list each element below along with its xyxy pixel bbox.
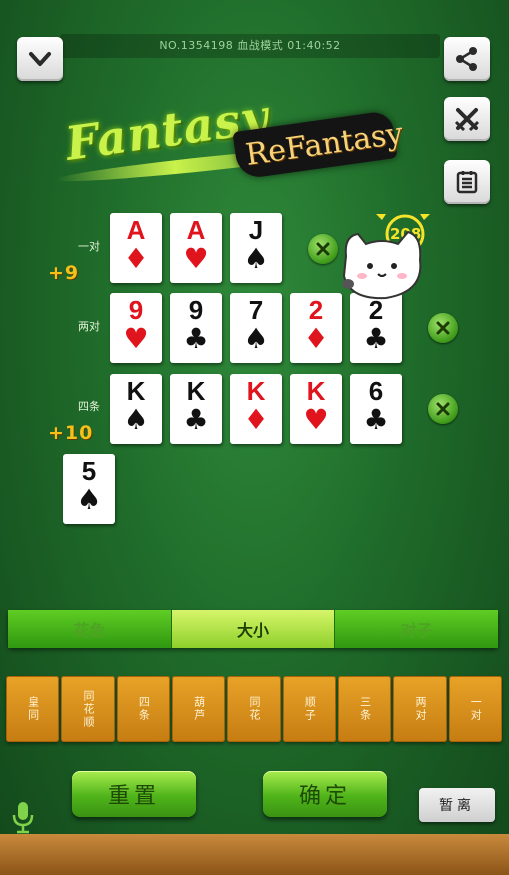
reset-button[interactable]: 重置: [72, 771, 196, 817]
clear-row-back-button[interactable]: [428, 394, 458, 424]
card[interactable]: K ♣: [170, 374, 222, 444]
clear-row-middle-button[interactable]: [428, 313, 458, 343]
card[interactable]: A ♥: [170, 213, 222, 283]
game-logo: Fantasy ReFantasy: [55, 89, 405, 205]
card[interactable]: 9 ♥: [110, 293, 162, 363]
row-label-middle: 两对: [78, 320, 100, 333]
hand-type-button[interactable]: 葫芦: [171, 676, 226, 742]
hand-type-button[interactable]: 三条: [337, 676, 392, 742]
clear-row-front-button[interactable]: [308, 234, 338, 264]
sort-tabs: 花色 大小 对子: [8, 610, 499, 648]
card[interactable]: 9 ♣: [170, 293, 222, 363]
hand-type-button[interactable]: 顺子: [282, 676, 336, 742]
card[interactable]: A ♦: [110, 213, 162, 283]
mascot-cat-icon: [342, 230, 422, 300]
chevron-down-icon: [29, 52, 51, 66]
tab-sort-pairs[interactable]: 对子: [335, 610, 499, 648]
card[interactable]: 2 ♦: [290, 293, 342, 363]
row-bonus-back: +10: [48, 422, 94, 444]
microphone-icon[interactable]: [10, 800, 36, 834]
close-icon: [436, 321, 450, 335]
row-label-back: 四条: [78, 400, 100, 413]
hand-type-button[interactable]: 同花: [227, 676, 281, 742]
row-bonus-front: +9: [48, 262, 80, 284]
hand-type-selector: 皇同 同花顺 四条 葫芦 同花 顺子 三条 两对 一对: [6, 676, 502, 742]
card[interactable]: K ♦: [230, 374, 282, 444]
hand-type-button[interactable]: 四条: [116, 676, 170, 742]
away-button[interactable]: 暂离: [419, 788, 495, 822]
share-button[interactable]: [444, 37, 490, 81]
close-icon: [436, 402, 450, 416]
card[interactable]: 6 ♣: [350, 374, 402, 444]
confirm-button[interactable]: 确定: [263, 771, 387, 817]
row-label-front: 一对: [78, 240, 100, 253]
scoreboard-icon: [456, 171, 478, 194]
table-rail: [0, 834, 509, 875]
card[interactable]: J ♠: [230, 213, 282, 283]
hand-type-button[interactable]: 同花顺: [61, 676, 115, 742]
battle-button[interactable]: [444, 97, 490, 141]
hand-type-button[interactable]: 皇同: [6, 676, 60, 742]
card[interactable]: 7 ♠: [230, 293, 282, 363]
game-info-bar: NO.1354198 血战模式 01:40:52: [60, 34, 440, 58]
close-icon: [316, 242, 330, 256]
share-icon: [456, 47, 477, 71]
crossed-swords-icon: [454, 108, 480, 132]
collapse-button[interactable]: [17, 37, 63, 81]
hand-type-button[interactable]: 两对: [393, 676, 447, 742]
tab-sort-rank[interactable]: 大小: [171, 610, 336, 648]
card[interactable]: K ♠: [110, 374, 162, 444]
card[interactable]: K ♥: [290, 374, 342, 444]
tab-sort-suit[interactable]: 花色: [8, 610, 172, 648]
record-button[interactable]: [444, 160, 490, 204]
hand-type-button[interactable]: 一对: [448, 676, 502, 742]
hand-card[interactable]: 5 ♠: [63, 454, 115, 524]
